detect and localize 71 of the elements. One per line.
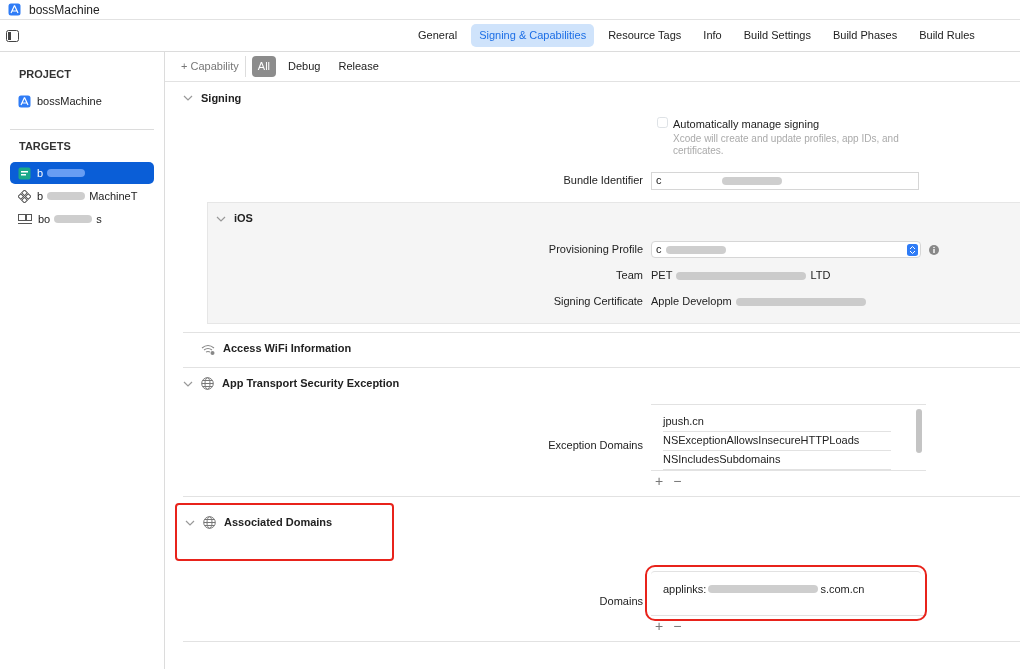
list-item[interactable]: NSIncludesSubdomains xyxy=(663,451,781,468)
scrollbar[interactable] xyxy=(916,408,922,453)
item-label: b xyxy=(37,165,44,181)
item-label: bossMachine xyxy=(37,94,102,110)
sidebar-item[interactable]: bossMachine xyxy=(10,90,154,113)
wifi-icon xyxy=(201,342,215,355)
add-button[interactable]: + xyxy=(655,473,664,488)
filter-button[interactable]: Debug xyxy=(282,56,327,77)
sidebar-item[interactable]: bo s xyxy=(10,208,154,230)
field-label: Exception Domains xyxy=(547,438,644,454)
add-capability-button[interactable]: + Capability xyxy=(175,56,246,77)
bundle-identifier-field[interactable]: c xyxy=(651,171,919,190)
section-title: App Transport Security Exception xyxy=(222,376,400,392)
window-title: bossMachine xyxy=(29,1,100,19)
field-value: Apple Developm xyxy=(651,294,732,310)
stepper-icon xyxy=(907,243,918,256)
field-label: Signing Certificate xyxy=(552,294,644,310)
section-title: Access WiFi Information xyxy=(223,341,352,357)
redaction-smear xyxy=(665,245,726,254)
field-label: Team xyxy=(615,268,644,284)
list-item[interactable]: NSExceptionAllowsInsecureHTTPLoads xyxy=(663,432,860,449)
app-icon xyxy=(18,95,31,108)
provisioning-profile-popup[interactable]: c xyxy=(651,241,921,258)
redaction-smear xyxy=(47,169,86,177)
list-item[interactable]: applinks: xyxy=(663,580,707,598)
tab[interactable]: General xyxy=(410,24,466,47)
add-button[interactable]: + xyxy=(655,618,664,633)
app-icon xyxy=(8,3,21,16)
globe-icon xyxy=(203,516,216,529)
redaction-smear xyxy=(47,192,86,200)
tab[interactable]: Build Settings xyxy=(735,24,819,47)
remove-button[interactable]: − xyxy=(673,618,682,633)
subsection-title: iOS xyxy=(234,211,253,227)
chevron-icon[interactable] xyxy=(183,93,193,103)
sidebar-toggle-icon[interactable] xyxy=(6,29,19,42)
field-label: Provisioning Profile xyxy=(547,242,644,258)
sidebar-heading: PROJECT xyxy=(18,67,72,82)
item-label: MachineT xyxy=(89,188,138,204)
sidebar-heading: TARGETS xyxy=(18,138,72,154)
tab[interactable]: Info xyxy=(695,24,730,47)
globe-icon xyxy=(201,377,214,390)
sidebar-item[interactable]: b xyxy=(10,162,154,184)
field-value: LTD xyxy=(810,268,831,284)
section-title: Signing xyxy=(201,90,242,106)
field-label: Domains xyxy=(598,594,644,610)
field-value: PET xyxy=(651,268,673,284)
tab[interactable]: Build Rules xyxy=(911,24,983,47)
diamond-icon xyxy=(18,189,31,203)
tab[interactable]: Signing & Capabilities xyxy=(471,24,595,47)
info-icon xyxy=(929,244,939,255)
section-title: Associated Domains xyxy=(224,515,333,531)
tab[interactable]: Resource Tags xyxy=(600,24,690,47)
hint-text: Xcode will create and update profiles, app IDs, and certificates. xyxy=(673,132,900,158)
field-value: c xyxy=(656,242,662,258)
list-item[interactable]: jpush.cn xyxy=(663,413,704,430)
remove-button[interactable]: − xyxy=(673,473,682,488)
redaction-smear xyxy=(721,176,782,185)
tab[interactable]: Build Phases xyxy=(824,24,906,47)
redaction-smear xyxy=(54,215,93,223)
field-label: Bundle Identifier xyxy=(562,173,644,189)
window-icon xyxy=(18,213,32,225)
item-label: b xyxy=(37,188,44,204)
list-item[interactable]: s.com.cn xyxy=(820,580,865,598)
item-label: bo xyxy=(38,211,51,227)
checkbox-label: Automatically manage signing xyxy=(673,117,821,132)
sidebar-item[interactable]: b MachineT xyxy=(10,185,154,207)
item-label: s xyxy=(96,211,102,227)
filter-button[interactable]: Release xyxy=(332,56,385,77)
checkbox[interactable] xyxy=(657,117,668,128)
target-icon xyxy=(18,166,31,180)
field-value: c xyxy=(656,173,662,189)
